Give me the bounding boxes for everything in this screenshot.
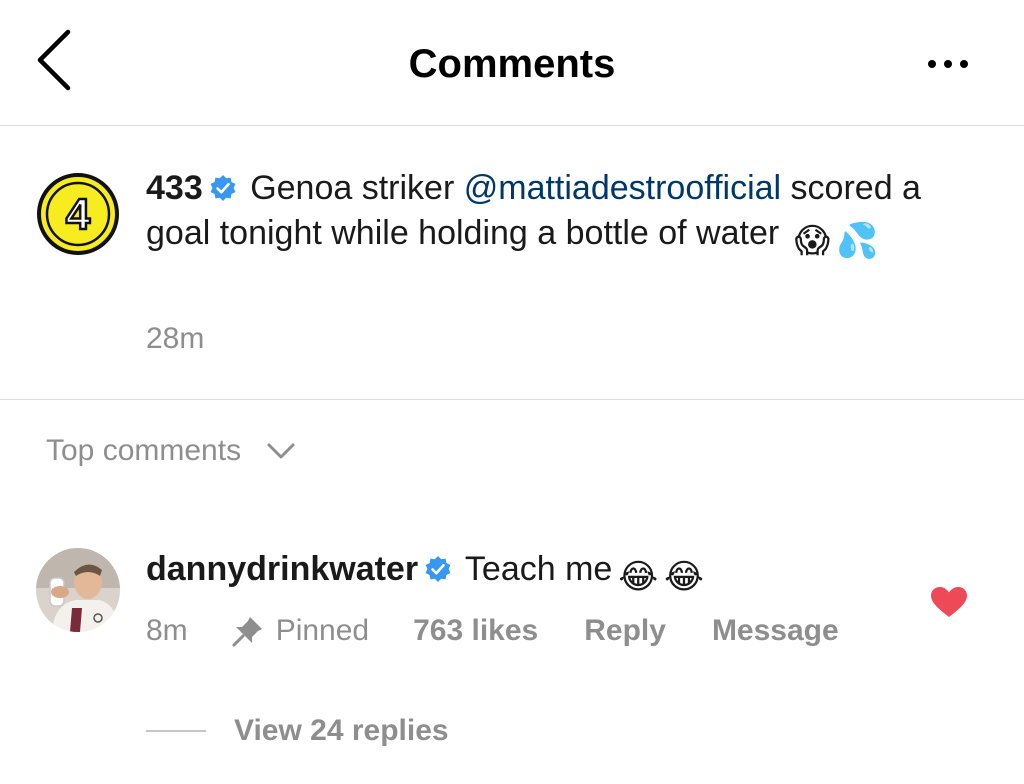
verified-badge-icon [425, 556, 451, 582]
heart-filled-icon [931, 587, 967, 617]
verified-badge-icon [210, 175, 236, 201]
avatar[interactable]: 4 [36, 172, 120, 256]
replies-divider [146, 730, 206, 732]
comment-body: Teach me [464, 550, 613, 588]
header-bar: Comments [0, 0, 1024, 126]
tears-of-joy-emoji: 😂 [618, 558, 659, 596]
433-logo-icon: 4 [37, 173, 119, 255]
chevron-down-icon [267, 443, 295, 459]
caption-text: 433 Genoa striker @mattiadestroofficial … [146, 166, 986, 264]
svg-text:4: 4 [66, 190, 91, 239]
reply-button[interactable]: Reply [584, 614, 666, 648]
caption-text-start: Genoa striker [250, 169, 455, 207]
more-horizontal-icon [928, 60, 936, 68]
profile-photo-icon [36, 548, 120, 632]
pinned-label: Pinned [275, 614, 370, 647]
page-title: Comments [408, 42, 616, 86]
likes-count-link[interactable]: 763 likes [413, 614, 538, 648]
post-caption: 4 433 Genoa striker @mattiadestroofficia… [0, 126, 1024, 400]
commenter-avatar[interactable] [36, 548, 120, 632]
comment-timestamp: 8m [146, 614, 188, 647]
comment-actions: 8m Pinned 763 likes Reply Message [146, 614, 839, 648]
sweat-droplets-emoji: 💦 [836, 222, 879, 260]
sort-label: Top comments [46, 434, 242, 467]
tears-of-joy-emoji: 😂 [664, 558, 704, 596]
screaming-face-emoji: 😱 [794, 222, 831, 260]
pin-icon [232, 617, 262, 647]
pinned-indicator: Pinned [232, 614, 369, 648]
view-replies-label: View 24 replies [234, 714, 449, 747]
sort-comments-dropdown[interactable]: Top comments [46, 434, 295, 468]
comment-text: dannydrinkwater Teach me 😂 😂 [146, 550, 704, 597]
more-options-button[interactable] [920, 52, 976, 76]
like-comment-button[interactable] [930, 586, 968, 618]
commenter-username[interactable]: dannydrinkwater [146, 550, 418, 588]
caption-username[interactable]: 433 [146, 169, 203, 207]
mention-link[interactable]: @mattiadestroofficial [464, 169, 781, 207]
message-button[interactable]: Message [712, 614, 839, 648]
view-replies-button[interactable]: View 24 replies [146, 714, 449, 748]
caption-timestamp: 28m [146, 322, 205, 355]
